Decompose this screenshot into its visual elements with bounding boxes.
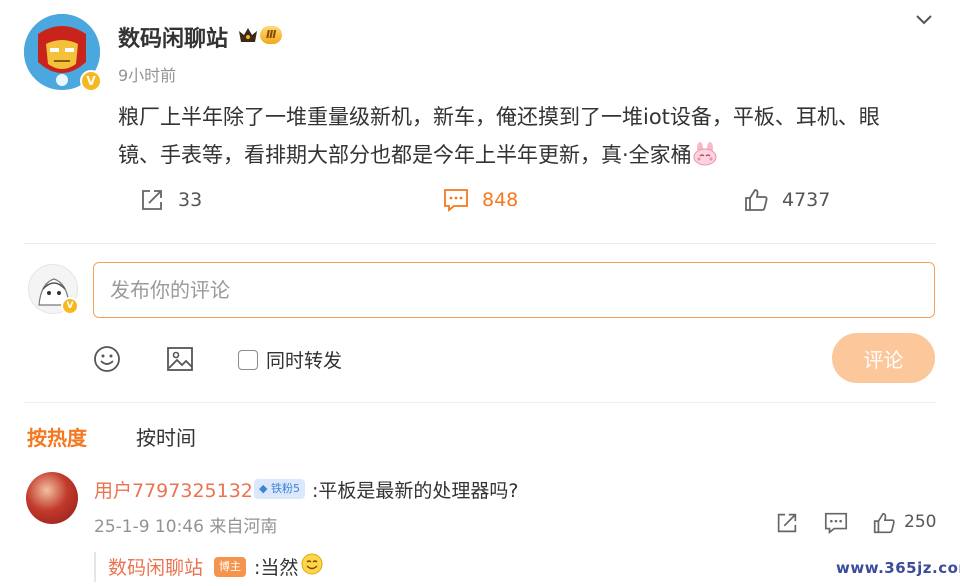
comment-count: 848	[482, 189, 519, 211]
repost-button[interactable]: 33	[138, 186, 202, 214]
level-badge[interactable]: Ⅲ	[238, 24, 283, 46]
verified-badge: V	[80, 70, 102, 92]
smile-emoji-icon	[301, 553, 323, 575]
tab-sort-by-hot[interactable]: 按热度	[27, 422, 87, 451]
post-text: 粮厂上半年除了一堆重量级新机，新车，俺还摸到了一堆iot设备，平板、耳机、眼镜、…	[118, 105, 880, 167]
watermark: www.365jz.com	[836, 559, 960, 577]
commenter-name[interactable]: 用户7797325132	[94, 476, 253, 503]
submit-comment-button[interactable]: 评论	[832, 333, 935, 383]
my-verified-badge: V	[61, 297, 79, 315]
comment-button[interactable]: 848	[442, 186, 518, 214]
comment-icon[interactable]	[823, 510, 849, 536]
repost-checkbox-label: 同时转发	[266, 350, 343, 372]
like-count: 4737	[782, 189, 831, 211]
divider	[24, 402, 936, 403]
chevron-down-icon[interactable]	[912, 8, 936, 32]
reply-indent-bar	[94, 552, 96, 582]
post-content: 粮厂上半年除了一堆重量级新机，新车，俺还摸到了一堆iot设备，平板、耳机、眼镜、…	[118, 98, 918, 174]
commenter-avatar[interactable]	[26, 472, 78, 524]
comment-icon	[444, 189, 468, 212]
reply-text: :当然	[254, 557, 299, 579]
tab-sort-by-time[interactable]: 按时间	[136, 422, 196, 451]
emoji-icon[interactable]	[92, 344, 122, 374]
like-icon[interactable]	[871, 510, 897, 536]
fan-badge: ◆ 铁粉5	[254, 479, 305, 499]
reply-author-name[interactable]: 数码闲聊站	[108, 553, 203, 580]
crown-icon	[239, 28, 257, 42]
repost-icon	[142, 190, 162, 210]
blogger-badge: 博主	[214, 557, 246, 577]
pink-bunny-emoji-icon	[693, 142, 717, 166]
author-name[interactable]: 数码闲聊站	[118, 21, 228, 53]
comment-input[interactable]	[93, 262, 935, 318]
comment-meta: 25-1-9 10:46 来自河南	[94, 517, 278, 537]
comment-like-count: 250	[904, 512, 937, 532]
like-button[interactable]: 4737	[742, 186, 830, 214]
comment-text: :平板是最新的处理器吗?	[312, 480, 519, 502]
repost-checkbox-row[interactable]: 同时转发	[238, 346, 342, 373]
fan-badge-label: 铁粉5	[270, 482, 300, 495]
image-icon[interactable]	[165, 344, 195, 374]
post-time[interactable]: 9小时前	[118, 62, 176, 86]
divider	[24, 243, 936, 244]
like-icon	[745, 189, 768, 211]
repost-count: 33	[178, 189, 203, 211]
repost-checkbox[interactable]	[238, 349, 258, 370]
repost-icon[interactable]	[774, 510, 800, 536]
level-label: Ⅲ	[260, 26, 283, 44]
